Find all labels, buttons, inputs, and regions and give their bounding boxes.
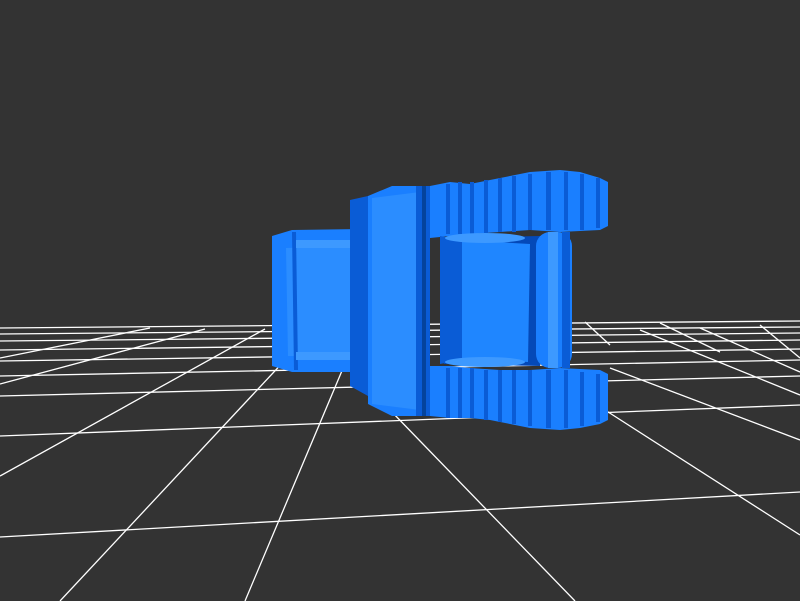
model-lower-lip bbox=[445, 357, 525, 367]
model-connector bbox=[350, 196, 368, 396]
model-inner-wall bbox=[440, 236, 462, 364]
3d-scene[interactable] bbox=[0, 0, 800, 601]
model-inner-face bbox=[460, 240, 530, 362]
model-body-face bbox=[372, 192, 420, 410]
model-upper-lip bbox=[445, 233, 525, 243]
3d-model[interactable] bbox=[272, 170, 608, 430]
grid-line bbox=[584, 321, 611, 346]
model-body-groove bbox=[422, 186, 426, 416]
3d-viewport[interactable] bbox=[0, 0, 800, 601]
grid-line bbox=[0, 491, 800, 538]
model-axle-shade bbox=[562, 232, 570, 368]
grid-line bbox=[0, 328, 266, 477]
model-axle-highlight bbox=[548, 232, 558, 368]
grid-line bbox=[59, 327, 316, 601]
grid-line bbox=[389, 409, 576, 601]
grid-line bbox=[0, 327, 151, 359]
grid-line bbox=[759, 324, 800, 359]
